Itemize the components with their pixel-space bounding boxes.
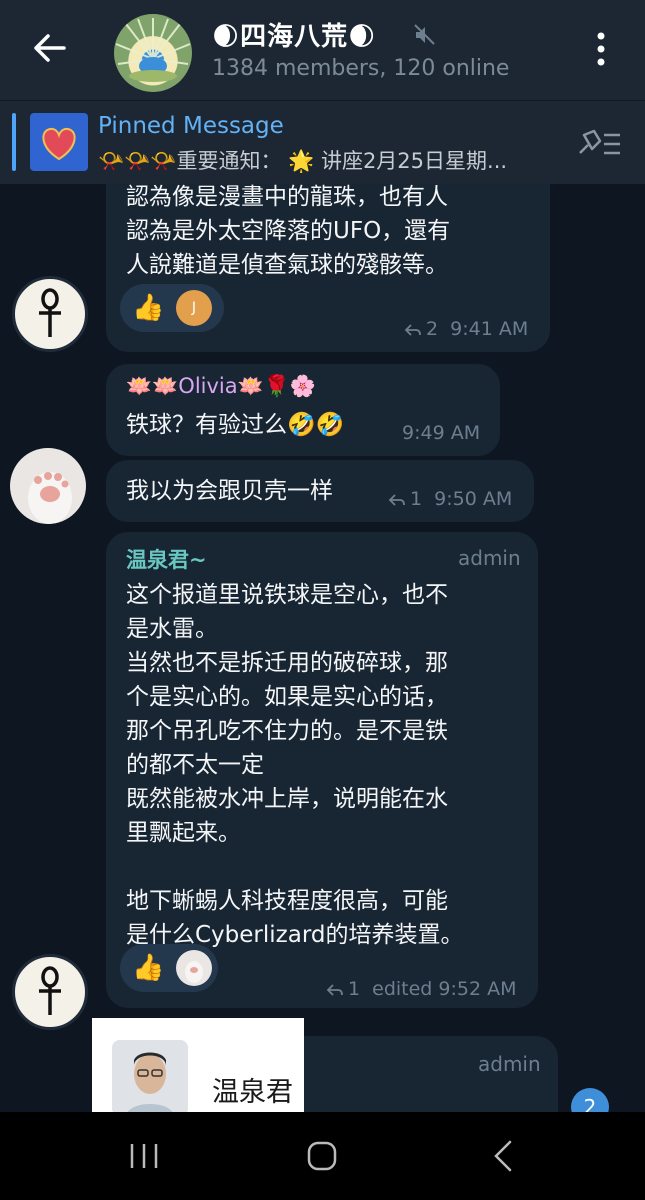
reactor-avatar [176, 950, 212, 986]
chat-title[interactable]: 🌒四海八荒🌒 [212, 16, 376, 53]
reactor-avatar: J [176, 290, 212, 326]
member-count: 1384 members, 120 online [212, 56, 510, 81]
message-meta[interactable]: 1 9:50 AM [388, 488, 512, 510]
message-list[interactable]: 認為像是漫畫中的龍珠，也有人 認為是外太空降落的UFO，還有 人說難道是偵查氣球… [0, 184, 645, 1112]
user-avatar-cat-paw[interactable] [10, 448, 86, 524]
reply-icon [404, 323, 421, 336]
more-options-button[interactable] [586, 28, 616, 70]
message-meta[interactable]: 1 edited 9:52 AM [326, 978, 517, 1000]
person-photo-icon [112, 1040, 188, 1116]
user-avatar-ankh[interactable] [12, 954, 88, 1030]
message-bubble[interactable]: 温泉君~ admin 这个报道里说铁球是空心，也不 是水雷。 当然也不是拆迁用的… [106, 532, 538, 1008]
recent-apps-icon [130, 1144, 158, 1168]
system-navigation-bar [0, 1112, 645, 1200]
message-text: 铁球？有验过么🤣🤣 [126, 412, 345, 438]
recent-apps-button[interactable] [124, 1136, 164, 1176]
message-text: 認為像是漫畫中的龍珠，也有人 認為是外太空降落的UFO，還有 人說難道是偵查氣球… [126, 184, 451, 278]
pinned-list-button[interactable] [574, 127, 624, 161]
edited-label: edited [372, 978, 433, 1000]
thumbs-up-icon: 👍 [132, 953, 165, 983]
admin-badge: admin [478, 1052, 541, 1076]
message-bubble[interactable]: 認為像是漫畫中的龍珠，也有人 認為是外太空降落的UFO，還有 人說難道是偵查氣球… [106, 184, 550, 352]
muted-speaker-icon [412, 22, 438, 48]
chevron-left-icon [494, 1140, 512, 1172]
message-bubble[interactable]: 我以为会跟贝壳一样 1 9:50 AM [106, 460, 534, 522]
reaction-chip[interactable]: 👍 J [120, 284, 224, 332]
pinned-message-bar[interactable]: Pinned Message 📯📯📯重要通知： 🌟 讲座2月25日星期... [0, 100, 645, 184]
group-avatar[interactable] [114, 14, 192, 92]
reaction-chip[interactable]: 👍 [120, 944, 218, 992]
reply-count: 2 [426, 318, 439, 340]
profile-name: 温泉君 [212, 1077, 293, 1108]
sender-name[interactable]: 🪷🪷Olivia🪷🌹🌸 [126, 374, 316, 399]
cat-paw-icon [28, 472, 72, 524]
message-text: 我以为会跟贝壳一样 [126, 478, 333, 504]
message-bubble[interactable]: 🪷🪷Olivia🪷🌹🌸 铁球？有验过么🤣🤣 9:49 AM [106, 364, 500, 456]
admin-badge: admin [458, 546, 521, 570]
more-vertical-icon [597, 32, 605, 66]
user-avatar-ankh[interactable] [12, 276, 88, 352]
message-time: 9:50 AM [434, 488, 513, 510]
message-meta[interactable]: 2 9:41 AM [404, 318, 528, 340]
pinned-title: Pinned Message [98, 113, 284, 139]
message-text: 这个报道里说铁球是空心，也不 是水雷。 当然也不是拆迁用的破碎球，那 个是实心的… [126, 582, 464, 948]
system-back-button[interactable] [484, 1136, 524, 1176]
reply-icon [388, 493, 405, 506]
thumbs-up-icon: 👍 [132, 293, 165, 323]
ankh-icon [39, 288, 61, 337]
pinned-thumbnail [30, 113, 88, 171]
cat-paw-icon [185, 961, 203, 983]
reply-count: 1 [348, 978, 361, 1000]
reply-count: 1 [410, 488, 423, 510]
ankh-icon [39, 966, 61, 1015]
heart-icon [42, 127, 76, 161]
sender-name[interactable]: 温泉君~ [126, 544, 207, 574]
message-time: 9:49 AM [402, 422, 481, 444]
profile-photo [112, 1040, 188, 1116]
pin-list-icon [579, 129, 620, 155]
message-time: 9:52 AM [438, 978, 517, 1000]
home-icon [307, 1141, 337, 1171]
reply-icon [326, 983, 343, 996]
back-button[interactable] [28, 26, 72, 70]
pinned-indicator [12, 113, 16, 171]
pinned-text: 📯📯📯重要通知： 🌟 讲座2月25日星期... [98, 149, 508, 173]
home-button[interactable] [302, 1136, 342, 1176]
chat-header: 🌒四海八荒🌒 1384 members, 120 online [0, 0, 645, 100]
sunburst-icon [115, 18, 191, 82]
arrow-left-icon [34, 34, 66, 62]
message-time: 9:41 AM [450, 318, 529, 340]
